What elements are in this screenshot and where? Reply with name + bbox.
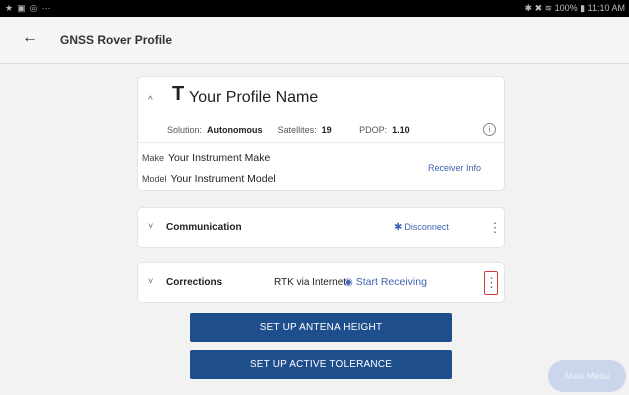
solution-label: Solution: [167, 125, 203, 135]
more-options-icon[interactable]: ⋮ [488, 217, 502, 239]
correction-method: RTK via Internet [274, 277, 347, 288]
model-value: Your Instrument Model [170, 173, 276, 185]
make-row: Make Your Instrument Make [142, 152, 270, 164]
bluetooth-icon: ✱ [394, 222, 403, 233]
pdop-value: 1.10 [392, 125, 410, 135]
collapse-chevron-icon[interactable]: ^ [148, 95, 153, 106]
start-receiving-button[interactable]: ◉ Start Receiving [344, 276, 427, 288]
rover-pole-icon: T [172, 83, 185, 105]
more-notifications-icon: ··· [41, 3, 51, 13]
satellites-label: Satellites: [277, 125, 317, 135]
make-label: Make [142, 153, 165, 163]
main-menu-button[interactable]: Main Menu [548, 360, 626, 392]
corrections-card: ˅ Corrections RTK via Internet ◉ Start Re… [137, 262, 505, 303]
star-icon: ★ [5, 3, 14, 13]
profile-name: Your Profile Name [189, 89, 319, 106]
status-icons-left: ★ ▣ ◎ ··· [5, 3, 50, 14]
page-title: GNSS Rover Profile [60, 33, 173, 47]
solution-row: Solution: Autonomous Satellites: 19 PDOP… [167, 125, 410, 135]
status-right: ✱ ✖ ≋ 100% ▮ 11:10 AM [524, 3, 625, 13]
antenna-icon: ◉ [344, 277, 353, 288]
model-label: Model [142, 174, 167, 184]
info-icon[interactable]: i [483, 123, 496, 136]
communication-title: Communication [166, 222, 242, 233]
pdop-label: PDOP: [359, 125, 388, 135]
disconnect-button[interactable]: ✱ Disconnect [394, 222, 449, 233]
expand-chevron-icon[interactable]: ˅ [148, 221, 153, 231]
make-value: Your Instrument Make [168, 152, 271, 164]
app-bar: ← GNSS Rover Profile [0, 17, 629, 64]
satellites-value: 19 [321, 125, 332, 135]
disconnect-label: Disconnect [404, 222, 449, 232]
profile-card: ^ T Your Profile Name Solution: Autonomo… [137, 76, 505, 191]
settings-icon: ◎ [29, 3, 38, 13]
gallery-icon: ▣ [17, 3, 26, 13]
communication-card: ˅ Communication ✱ Disconnect ⋮ [137, 207, 505, 248]
expand-chevron-icon[interactable]: ˅ [148, 276, 153, 286]
model-row: Model Your Instrument Model [142, 173, 276, 185]
receiver-info-link[interactable]: Receiver Info [428, 163, 481, 173]
set-up-active-tolerance-button[interactable]: SET UP ACTIVE TOLERANCE [190, 350, 452, 379]
more-options-icon[interactable]: ⋮ [484, 271, 498, 295]
solution-value: Autonomous [207, 125, 263, 135]
divider [138, 142, 504, 143]
corrections-title: Corrections [166, 277, 223, 288]
back-arrow-icon[interactable]: ← [22, 29, 38, 47]
status-bar: ★ ▣ ◎ ··· ✱ ✖ ≋ 100% ▮ 11:10 AM [0, 0, 629, 17]
start-receiving-label: Start Receiving [355, 276, 427, 288]
set-up-antenna-height-button[interactable]: SET UP ANTENA HEIGHT [190, 313, 452, 342]
